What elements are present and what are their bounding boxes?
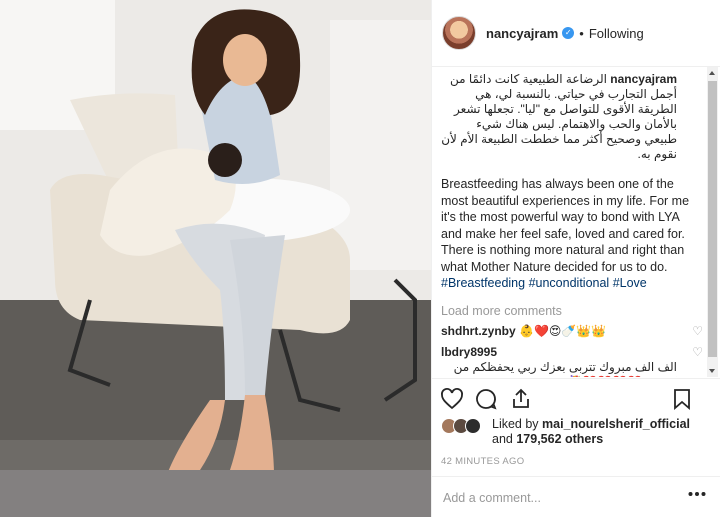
post-photo[interactable] [0, 0, 431, 517]
more-icon[interactable] [688, 491, 706, 497]
action-bar [432, 378, 720, 419]
hashtag-breastfeeding[interactable]: #Breastfeeding [441, 276, 525, 290]
separator-dot: • [579, 25, 584, 41]
liker-username[interactable]: mai_nourelsherif_official [542, 417, 690, 431]
likes-and: and [492, 432, 513, 446]
scroll-down-arrow-icon[interactable] [709, 369, 715, 373]
liker-avatars [441, 418, 491, 434]
likes-summary: Liked by mai_nourelsherif_official and 1… [441, 416, 716, 452]
post-header: nancyajram ✓ • Following [432, 0, 720, 67]
post-details-panel: nancyajram ✓ • Following nancyajram الرض… [431, 0, 720, 517]
comment-item: lbdry8995 الف الف مبروك تتربى بعزك ربي ي… [441, 345, 707, 378]
add-comment-bar [432, 476, 720, 518]
scroll-up-arrow-icon[interactable] [709, 71, 715, 75]
add-comment-input[interactable] [441, 488, 675, 508]
caption-english-text: Breastfeeding has always been one of the… [441, 177, 690, 274]
comments-list[interactable]: nancyajram الرضاعة الطبيعية كانت دائمًا … [432, 67, 707, 377]
following-button[interactable]: Following [589, 26, 644, 41]
load-more-comments-button[interactable]: Load more comments [441, 304, 707, 318]
comments-scrollbar[interactable] [707, 67, 718, 377]
likes-prefix: Liked by [492, 417, 539, 431]
comment-text: الف الف مبروك تتربى بعزك ربي يحفظكم من ك… [453, 359, 677, 378]
caption-english: Breastfeeding has always been one of the… [441, 176, 707, 292]
share-icon[interactable] [509, 387, 533, 411]
comment-text: 👶❤️😍🍼👑👑 [519, 323, 607, 338]
avatar[interactable] [465, 418, 481, 434]
comment-item: shdhrt.zynby 👶❤️😍🍼👑👑 ♡ [441, 324, 707, 339]
avatar[interactable] [442, 16, 476, 50]
post-timestamp[interactable]: 42 MINUTES AGO [441, 456, 524, 467]
likes-text: Liked by mai_nourelsherif_official and 1… [492, 417, 712, 447]
comment-like-heart-icon[interactable]: ♡ [692, 345, 703, 360]
comment-icon[interactable] [474, 387, 498, 411]
scroll-thumb[interactable] [708, 81, 717, 357]
hashtag-love[interactable]: #Love [613, 276, 647, 290]
caption-username[interactable]: nancyajram [610, 72, 677, 86]
comment-like-heart-icon[interactable]: ♡ [692, 324, 703, 339]
bookmark-icon[interactable] [670, 387, 694, 411]
heart-icon[interactable] [440, 387, 464, 411]
likes-count[interactable]: 179,562 others [516, 432, 603, 446]
hashtag-unconditional[interactable]: #unconditional [529, 276, 610, 290]
post-username[interactable]: nancyajram [486, 26, 558, 41]
verified-badge-icon: ✓ [562, 27, 575, 39]
comment-username[interactable]: shdhrt.zynby [441, 324, 516, 338]
comment-username[interactable]: lbdry8995 [441, 345, 497, 359]
caption-arabic: nancyajram الرضاعة الطبيعية كانت دائمًا … [441, 72, 707, 162]
photo-illustration [0, 0, 431, 517]
